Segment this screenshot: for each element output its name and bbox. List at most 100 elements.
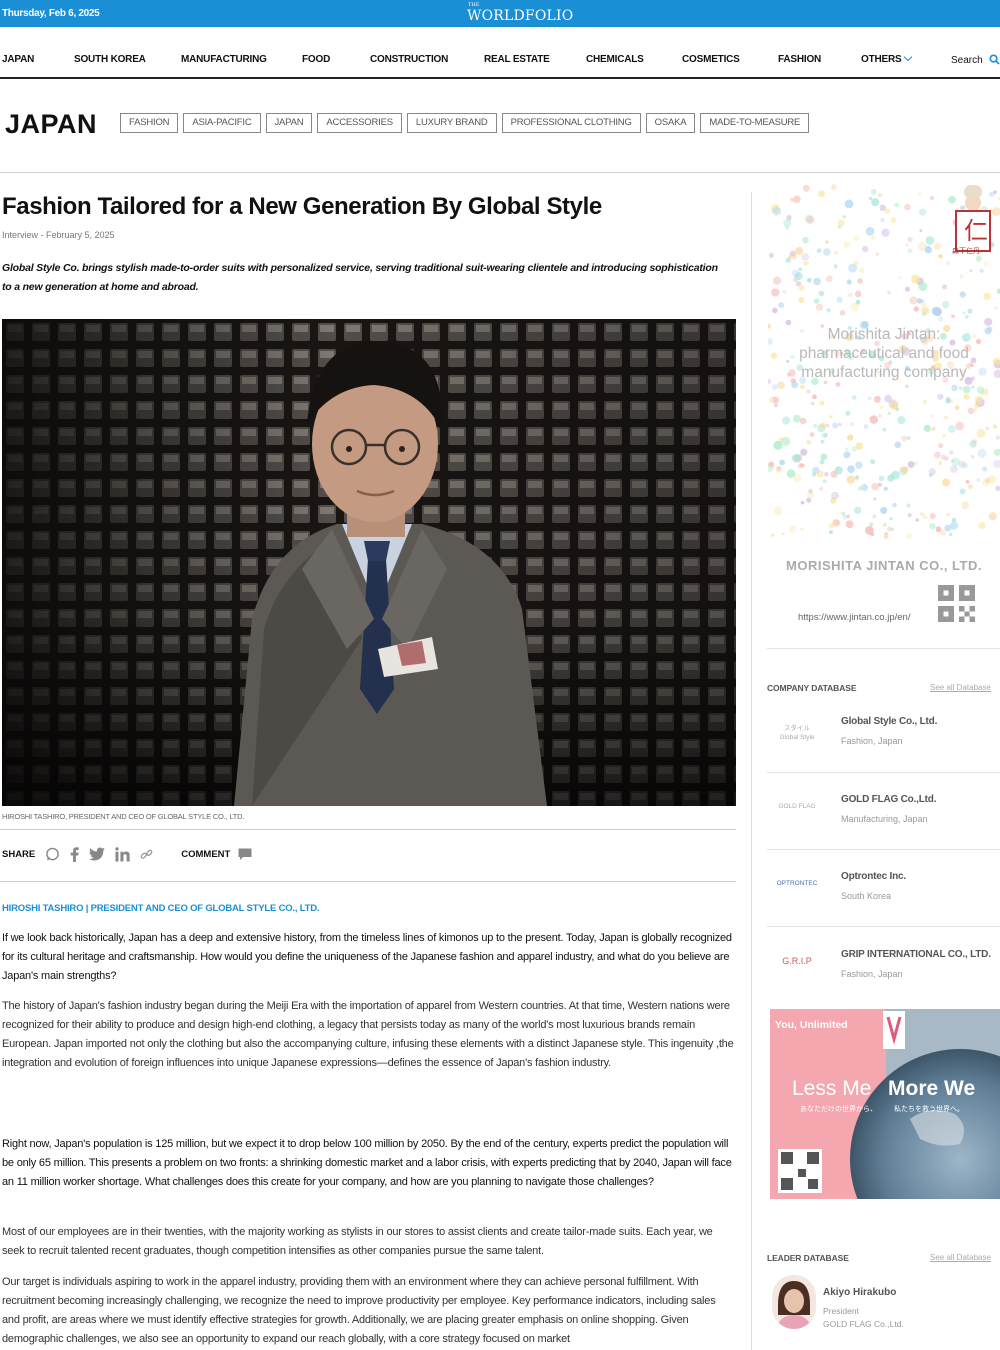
decorative-dot xyxy=(820,439,825,444)
nav-item-south-korea[interactable]: SOUTH KOREA xyxy=(74,54,146,65)
linkedin-icon[interactable] xyxy=(115,846,130,862)
leader-name: Akiyo Hirakubo xyxy=(823,1287,897,1298)
decorative-dot xyxy=(938,253,943,259)
decorative-dot xyxy=(819,400,825,406)
twitter-icon[interactable] xyxy=(89,847,106,861)
leader-company: GOLD FLAG Co.,Ltd. xyxy=(823,1319,904,1329)
decorative-dot xyxy=(897,416,906,425)
decorative-dot xyxy=(887,474,895,482)
decorative-dot xyxy=(826,275,833,282)
tag-japan[interactable]: JAPAN xyxy=(265,113,313,133)
search-label[interactable]: Search xyxy=(951,55,983,66)
nav-item-japan[interactable]: JAPAN xyxy=(2,54,34,65)
decorative-dot xyxy=(911,274,920,284)
leader-see-all-link[interactable]: See all Database xyxy=(930,1253,991,1262)
decorative-dot xyxy=(845,447,849,451)
decorative-dot xyxy=(959,291,966,298)
decorative-dot xyxy=(934,451,941,459)
decorative-dot xyxy=(824,472,829,477)
decorative-dot xyxy=(869,522,874,527)
decorative-dot xyxy=(819,486,824,491)
tag-osaka[interactable]: OSAKA xyxy=(645,113,696,133)
company-item[interactable]: スタイル Global Style Global Style Co., Ltd.… xyxy=(767,708,1000,778)
decorative-dot xyxy=(929,522,936,530)
decorative-dot xyxy=(962,385,971,394)
tag-made-to-measure[interactable]: MADE-TO-MEASURE xyxy=(700,113,810,133)
decorative-dot xyxy=(995,485,1000,491)
decorative-dot xyxy=(913,306,919,312)
chevron-down-icon xyxy=(904,52,913,62)
decorative-dot xyxy=(977,448,987,458)
company-name: GOLD FLAG Co.,Ltd. xyxy=(841,794,937,805)
decorative-dot xyxy=(940,529,946,536)
nav-item-food[interactable]: FOOD xyxy=(302,54,330,65)
decorative-dot xyxy=(965,479,970,484)
decorative-dot xyxy=(812,394,817,400)
decorative-dot xyxy=(988,512,997,521)
decorative-dot xyxy=(873,497,877,501)
decorative-dot xyxy=(847,465,855,473)
nav-item-others[interactable]: OTHERS xyxy=(861,52,913,65)
decorative-dot xyxy=(979,268,984,273)
decorative-dot xyxy=(967,308,973,314)
morishita-jintan-ad[interactable]: 仁 森下仁丹 Morishita Jintan: pharmaceutical … xyxy=(768,177,1000,637)
decorative-dot xyxy=(982,466,988,472)
decorative-dot xyxy=(920,512,924,516)
whatsapp-icon[interactable] xyxy=(45,847,60,862)
decorative-dot xyxy=(967,484,973,490)
decorative-dot xyxy=(826,307,831,313)
decorative-dot xyxy=(938,442,944,449)
leader-item[interactable]: Akiyo Hirakubo President GOLD FLAG Co.,L… xyxy=(767,1275,1000,1345)
tag-fashion[interactable]: FASHION xyxy=(120,113,179,133)
company-item[interactable]: G.R.I.P GRIP INTERNATIONAL CO., LTD. Fas… xyxy=(767,941,1000,1011)
company-item[interactable]: GOLD FLAG GOLD FLAG Co.,Ltd. Manufacturi… xyxy=(767,786,1000,856)
tag-accessories[interactable]: ACCESSORIES xyxy=(317,113,402,133)
link-icon[interactable] xyxy=(140,848,153,861)
decorative-dot xyxy=(806,491,814,499)
decorative-dot xyxy=(901,466,909,474)
tag-asia-pacific[interactable]: ASIA-PACIFIC xyxy=(183,113,261,133)
decorative-dot xyxy=(773,440,783,450)
tag-professional-clothing[interactable]: PROFESSIONAL CLOTHING xyxy=(501,113,641,133)
search-icon[interactable] xyxy=(989,54,1000,65)
decorative-dot xyxy=(839,310,846,316)
decorative-dot xyxy=(802,236,809,244)
decorative-dot xyxy=(848,263,858,273)
tag-luxury-brand[interactable]: LUXURY BRAND xyxy=(406,113,497,133)
decorative-dot xyxy=(795,246,804,255)
nav-item-chemicals[interactable]: CHEMICALS xyxy=(586,54,644,65)
decorative-dot xyxy=(906,533,913,540)
nav-item-manufacturing[interactable]: MANUFACTURING xyxy=(181,54,267,65)
less-me-more-we-ad[interactable]: You, Unlimited Less Me More We あなただけの世界か… xyxy=(770,1009,1000,1199)
decorative-dot xyxy=(845,410,851,416)
decorative-dot xyxy=(811,472,817,477)
decorative-dot xyxy=(798,267,803,271)
decorative-dot xyxy=(976,428,986,438)
decorative-dot xyxy=(877,193,882,198)
facebook-icon[interactable] xyxy=(70,846,79,862)
company-name: Global Style Co., Ltd. xyxy=(841,716,938,727)
comment-button[interactable]: COMMENT xyxy=(181,849,230,860)
site-logo[interactable]: THE WORLDFOLIO xyxy=(467,3,573,25)
decorative-dot xyxy=(819,459,825,465)
decorative-dot xyxy=(832,422,839,429)
decorative-dot xyxy=(833,264,838,269)
decorative-dot xyxy=(771,384,778,390)
company-item[interactable]: OPTRONTEC Optrontec Inc. South Korea xyxy=(767,863,1000,933)
decorative-dot xyxy=(842,215,846,219)
comment-icon[interactable] xyxy=(238,848,252,861)
decorative-dot xyxy=(777,381,785,390)
company-see-all-link[interactable]: See all Database xyxy=(930,683,991,692)
decorative-dot xyxy=(798,296,805,303)
decorative-dot xyxy=(882,427,887,432)
nav-item-fashion[interactable]: FASHION xyxy=(778,54,821,65)
decorative-dot xyxy=(918,192,922,196)
decorative-dot xyxy=(848,292,853,298)
decorative-dot xyxy=(779,437,784,442)
decorative-dot xyxy=(951,384,958,391)
stamp-character: 仁 xyxy=(964,217,988,245)
nav-item-cosmetics[interactable]: COSMETICS xyxy=(682,54,740,65)
nav-item-construction[interactable]: CONSTRUCTION xyxy=(370,54,448,65)
nav-item-real-estate[interactable]: REAL ESTATE xyxy=(484,54,550,65)
ad-url[interactable]: https://www.jintan.co.jp/en/ xyxy=(798,612,910,623)
